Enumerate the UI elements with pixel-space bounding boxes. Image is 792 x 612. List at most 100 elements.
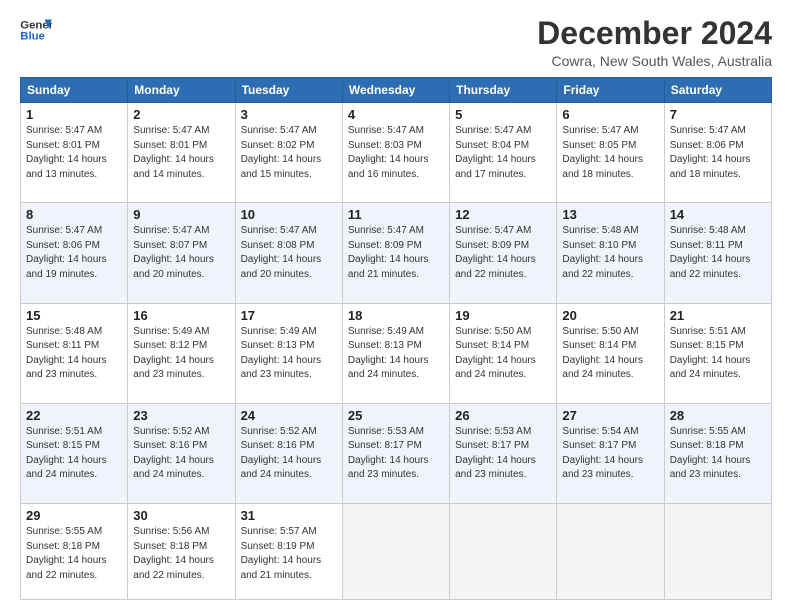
day-info: Sunrise: 5:49 AMSunset: 8:13 PMDaylight:… [241,325,337,383]
day-info: Sunrise: 5:47 AMSunset: 8:06 PMDaylight:… [670,124,766,182]
calendar-cell: 7 Sunrise: 5:47 AMSunset: 8:06 PMDaylight… [664,103,771,203]
calendar-cell: 18 Sunrise: 5:49 AMSunset: 8:13 PMDayligh… [342,303,449,403]
calendar-cell: 31 Sunrise: 5:57 AMSunset: 8:19 PMDayligh… [235,504,342,600]
day-number: 23 [133,408,229,423]
col-header-saturday: Saturday [664,78,771,103]
col-header-wednesday: Wednesday [342,78,449,103]
calendar-cell: 23 Sunrise: 5:52 AMSunset: 8:16 PMDayligh… [128,403,235,503]
calendar-cell: 2 Sunrise: 5:47 AMSunset: 8:01 PMDaylight… [128,103,235,203]
calendar-table: SundayMondayTuesdayWednesdayThursdayFrid… [20,77,772,600]
day-number: 15 [26,308,122,323]
calendar-cell: 1 Sunrise: 5:47 AMSunset: 8:01 PMDaylight… [21,103,128,203]
day-number: 26 [455,408,551,423]
col-header-friday: Friday [557,78,664,103]
logo-icon: General Blue [20,16,52,44]
calendar-cell: 25 Sunrise: 5:53 AMSunset: 8:17 PMDayligh… [342,403,449,503]
calendar-cell: 19Sunrise: 5:50 AMSunset: 8:14 PMDayligh… [450,303,557,403]
day-info: Sunrise: 5:47 AMSunset: 8:01 PMDaylight:… [26,124,122,182]
calendar-cell: 11Sunrise: 5:47 AMSunset: 8:09 PMDayligh… [342,203,449,303]
day-info: Sunrise: 5:47 AMSunset: 8:05 PMDaylight:… [562,124,658,182]
day-info: Sunrise: 5:47 AMSunset: 8:02 PMDaylight:… [241,124,337,182]
day-number: 10 [241,207,337,222]
day-info: Sunrise: 5:49 AMSunset: 8:13 PMDaylight:… [348,325,444,383]
col-header-monday: Monday [128,78,235,103]
day-number: 29 [26,508,122,523]
day-number: 31 [241,508,337,523]
day-number: 7 [670,107,766,122]
day-info: Sunrise: 5:47 AMSunset: 8:04 PMDaylight:… [455,124,551,182]
col-header-thursday: Thursday [450,78,557,103]
calendar-cell: 9 Sunrise: 5:47 AMSunset: 8:07 PMDaylight… [128,203,235,303]
calendar-cell: 13 Sunrise: 5:48 AMSunset: 8:10 PMDayligh… [557,203,664,303]
day-number: 20 [562,308,658,323]
day-info: Sunrise: 5:47 AMSunset: 8:08 PMDaylight:… [241,224,337,282]
calendar-cell: 6 Sunrise: 5:47 AMSunset: 8:05 PMDaylight… [557,103,664,203]
svg-text:Blue: Blue [20,31,45,43]
page: General Blue December 2024 Cowra, New So… [0,0,792,612]
day-number: 18 [348,308,444,323]
logo: General Blue [20,16,52,44]
calendar-cell: 21 Sunrise: 5:51 AMSunset: 8:15 PMDayligh… [664,303,771,403]
day-number: 11 [348,207,444,222]
calendar-cell: 17 Sunrise: 5:49 AMSunset: 8:13 PMDayligh… [235,303,342,403]
day-number: 8 [26,207,122,222]
calendar-cell: 14 Sunrise: 5:48 AMSunset: 8:11 PMDayligh… [664,203,771,303]
day-number: 14 [670,207,766,222]
calendar-cell: 3 Sunrise: 5:47 AMSunset: 8:02 PMDaylight… [235,103,342,203]
day-number: 5 [455,107,551,122]
day-info: Sunrise: 5:56 AMSunset: 8:18 PMDaylight:… [133,525,229,583]
day-info: Sunrise: 5:48 AMSunset: 8:11 PMDaylight:… [26,325,122,383]
day-info: Sunrise: 5:48 AMSunset: 8:11 PMDaylight:… [670,224,766,282]
day-number: 24 [241,408,337,423]
day-number: 4 [348,107,444,122]
calendar-cell: 24Sunrise: 5:52 AMSunset: 8:16 PMDayligh… [235,403,342,503]
day-number: 30 [133,508,229,523]
day-info: Sunrise: 5:52 AMSunset: 8:16 PMDaylight:… [133,425,229,483]
day-info: Sunrise: 5:47 AMSunset: 8:06 PMDaylight:… [26,224,122,282]
day-number: 9 [133,207,229,222]
calendar-cell: 29 Sunrise: 5:55 AMSunset: 8:18 PMDayligh… [21,504,128,600]
calendar-cell: 27 Sunrise: 5:54 AMSunset: 8:17 PMDayligh… [557,403,664,503]
day-number: 22 [26,408,122,423]
day-info: Sunrise: 5:47 AMSunset: 8:07 PMDaylight:… [133,224,229,282]
day-info: Sunrise: 5:53 AMSunset: 8:17 PMDaylight:… [455,425,551,483]
day-number: 3 [241,107,337,122]
calendar-cell: 12Sunrise: 5:47 AMSunset: 8:09 PMDayligh… [450,203,557,303]
day-info: Sunrise: 5:55 AMSunset: 8:18 PMDaylight:… [26,525,122,583]
day-info: Sunrise: 5:53 AMSunset: 8:17 PMDaylight:… [348,425,444,483]
calendar-cell: 26 Sunrise: 5:53 AMSunset: 8:17 PMDayligh… [450,403,557,503]
day-number: 21 [670,308,766,323]
day-number: 13 [562,207,658,222]
calendar-cell: 8 Sunrise: 5:47 AMSunset: 8:06 PMDaylight… [21,203,128,303]
day-number: 2 [133,107,229,122]
day-info: Sunrise: 5:47 AMSunset: 8:03 PMDaylight:… [348,124,444,182]
day-number: 16 [133,308,229,323]
calendar-cell [342,504,449,600]
day-number: 25 [348,408,444,423]
calendar-cell: 30 Sunrise: 5:56 AMSunset: 8:18 PMDayligh… [128,504,235,600]
day-number: 19 [455,308,551,323]
day-number: 6 [562,107,658,122]
calendar-cell: 16 Sunrise: 5:49 AMSunset: 8:12 PMDayligh… [128,303,235,403]
day-number: 27 [562,408,658,423]
day-info: Sunrise: 5:55 AMSunset: 8:18 PMDaylight:… [670,425,766,483]
day-number: 17 [241,308,337,323]
title-block: December 2024 Cowra, New South Wales, Au… [537,16,772,69]
day-info: Sunrise: 5:48 AMSunset: 8:10 PMDaylight:… [562,224,658,282]
subtitle: Cowra, New South Wales, Australia [537,53,772,69]
col-header-sunday: Sunday [21,78,128,103]
calendar-cell: 28Sunrise: 5:55 AMSunset: 8:18 PMDayligh… [664,403,771,503]
day-info: Sunrise: 5:51 AMSunset: 8:15 PMDaylight:… [670,325,766,383]
day-number: 1 [26,107,122,122]
calendar-cell: 22 Sunrise: 5:51 AMSunset: 8:15 PMDayligh… [21,403,128,503]
calendar-cell [557,504,664,600]
day-info: Sunrise: 5:57 AMSunset: 8:19 PMDaylight:… [241,525,337,583]
day-info: Sunrise: 5:51 AMSunset: 8:15 PMDaylight:… [26,425,122,483]
calendar-cell: 5 Sunrise: 5:47 AMSunset: 8:04 PMDaylight… [450,103,557,203]
day-info: Sunrise: 5:49 AMSunset: 8:12 PMDaylight:… [133,325,229,383]
day-info: Sunrise: 5:47 AMSunset: 8:01 PMDaylight:… [133,124,229,182]
day-info: Sunrise: 5:50 AMSunset: 8:14 PMDaylight:… [562,325,658,383]
day-info: Sunrise: 5:54 AMSunset: 8:17 PMDaylight:… [562,425,658,483]
calendar-cell: 10 Sunrise: 5:47 AMSunset: 8:08 PMDayligh… [235,203,342,303]
header: General Blue December 2024 Cowra, New So… [20,16,772,69]
